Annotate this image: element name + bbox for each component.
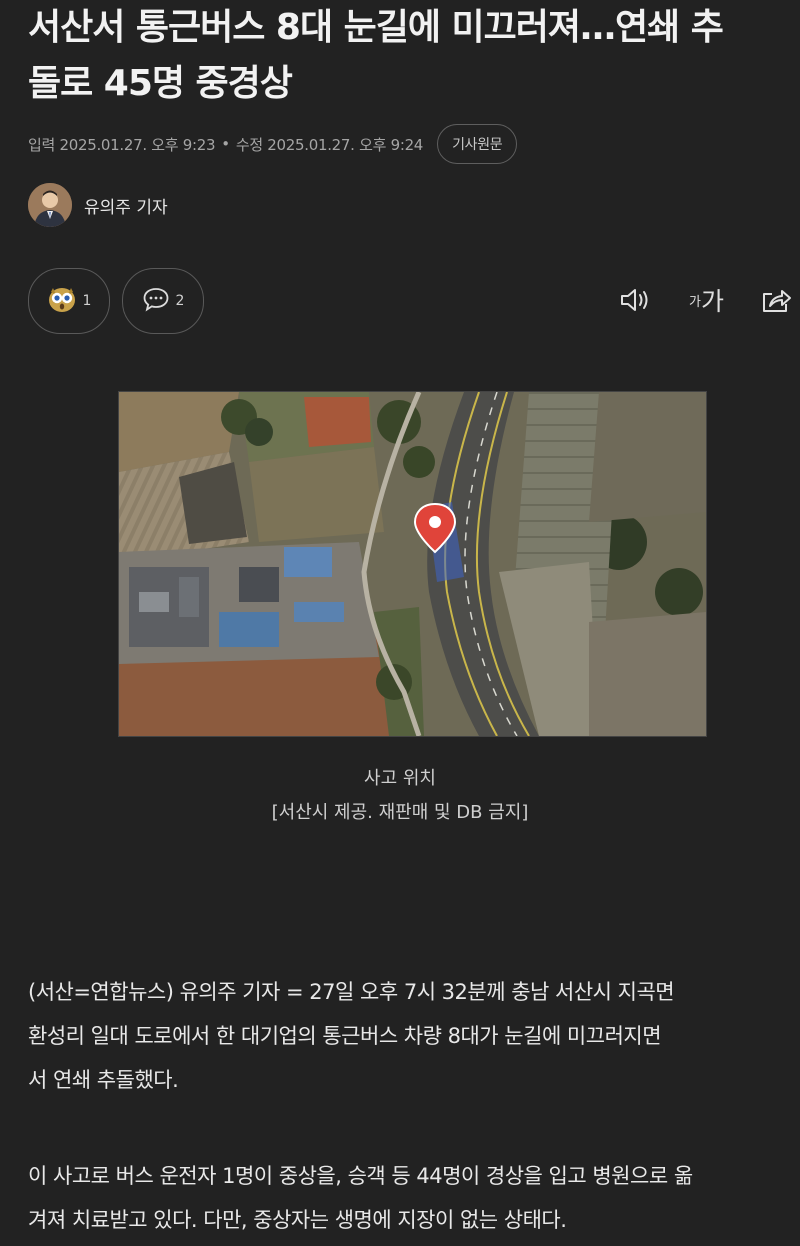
article-tools: 가 가 (583, 282, 792, 318)
paragraph-1-line-3: 서 연쇄 추돌했다. (28, 1068, 179, 1092)
modified-date: 수정 2025.01.27. 오후 9:24 (235, 135, 424, 154)
comment-count: 2 (175, 293, 185, 309)
paragraph-2-line-1: 이 사고로 버스 운전자 1명이 중상을, 승객 등 44명이 경상을 입고 병… (28, 1164, 693, 1188)
speaker-icon[interactable] (619, 286, 653, 314)
surprised-owl-icon (47, 284, 77, 318)
font-size-big-glyph: 가 (700, 287, 724, 316)
paragraph-1-line-2: 환성리 일대 도로에서 한 대기업의 통근버스 차량 8대가 눈길에 미끄러지면 (28, 1024, 662, 1048)
meta-separator: • (221, 135, 230, 153)
font-size-small-glyph: 가 (689, 294, 701, 310)
article-paragraph-2: 이 사고로 버스 운전자 1명이 중상을, 승객 등 44명이 경상을 입고 병… (28, 1154, 800, 1242)
reaction-button[interactable]: 1 (28, 268, 110, 334)
reaction-bar: 1 2 (28, 268, 216, 334)
published-date: 입력 2025.01.27. 오후 9:23 (28, 135, 216, 154)
author-avatar[interactable] (28, 183, 72, 227)
author-name[interactable]: 유의주 기자 (84, 193, 168, 218)
accident-location-map[interactable] (118, 391, 707, 737)
font-size-button[interactable]: 가 가 (689, 282, 724, 318)
reaction-count: 1 (82, 293, 92, 309)
article-headline: 서산서 통근버스 8대 눈길에 미끄러져…연쇄 추 돌로 45명 중경상 (28, 0, 800, 112)
headline-line-2: 돌로 45명 중경상 (28, 63, 293, 104)
comment-bubble-icon (142, 286, 170, 316)
paragraph-1-line-1: (서산=연합뉴스) 유의주 기자 = 27일 오후 7시 32분께 충남 서산시… (28, 980, 675, 1004)
article-meta: 입력 2025.01.27. 오후 9:23 • 수정 2025.01.27. … (28, 124, 518, 164)
comment-button[interactable]: 2 (122, 268, 204, 334)
caption-credit: [서산시 제공. 재판매 및 DB 금지] (271, 802, 529, 823)
headline-line-1: 서산서 통근버스 8대 눈길에 미끄러져…연쇄 추 (28, 7, 724, 48)
image-caption: 사고 위치 [서산시 제공. 재판매 및 DB 금지] (0, 762, 800, 830)
article-paragraph-1: (서산=연합뉴스) 유의주 기자 = 27일 오후 7시 32분께 충남 서산시… (28, 970, 800, 1102)
share-icon[interactable] (760, 286, 792, 314)
author-row[interactable]: 유의주 기자 (28, 183, 168, 227)
original-article-button[interactable]: 기사원문 (437, 124, 518, 164)
paragraph-2-line-2: 겨져 치료받고 있다. 다만, 중상자는 생명에 지장이 없는 상태다. (28, 1208, 567, 1232)
caption-title: 사고 위치 (364, 768, 436, 789)
